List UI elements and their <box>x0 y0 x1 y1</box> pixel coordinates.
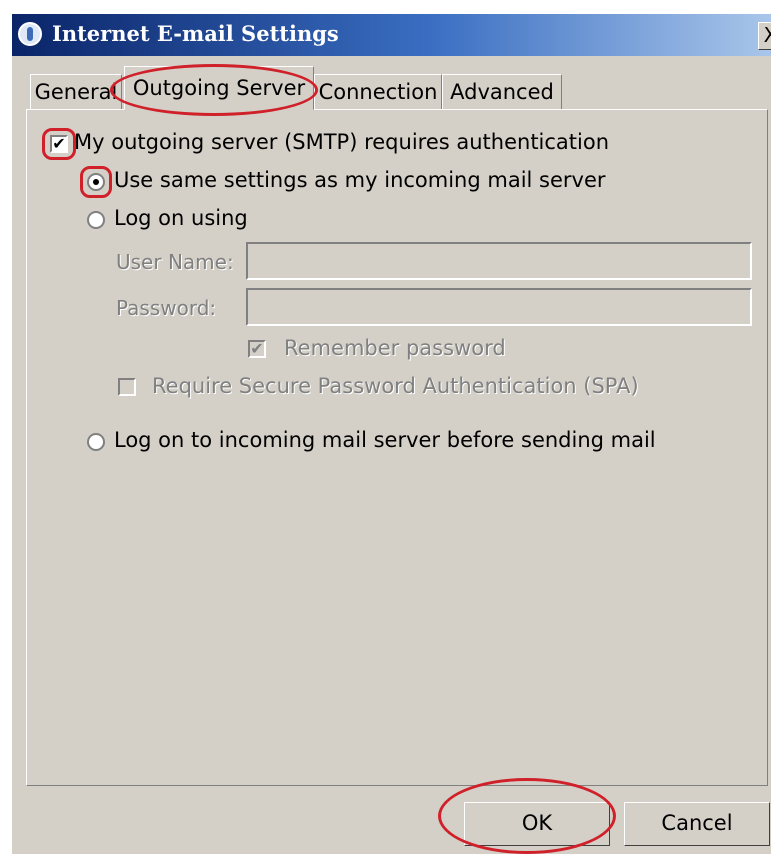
title-bar: Internet E-mail Settings X <box>12 14 771 56</box>
tab-strip: General Outgoing Server Connection Advan… <box>12 56 771 114</box>
tab-outgoing-server[interactable]: Outgoing Server <box>124 66 314 110</box>
cancel-button[interactable]: Cancel <box>624 802 770 846</box>
tab-general[interactable]: General <box>30 74 122 110</box>
outlook-app-icon <box>18 22 42 46</box>
tab-advanced[interactable]: Advanced <box>442 74 562 110</box>
close-button[interactable]: X <box>758 22 771 50</box>
dialog-body: General Outgoing Server Connection Advan… <box>12 56 771 854</box>
ok-button[interactable]: OK <box>464 802 610 846</box>
tab-connection[interactable]: Connection <box>314 74 442 110</box>
tab-panel <box>26 109 768 786</box>
window-title: Internet E-mail Settings <box>52 21 339 46</box>
